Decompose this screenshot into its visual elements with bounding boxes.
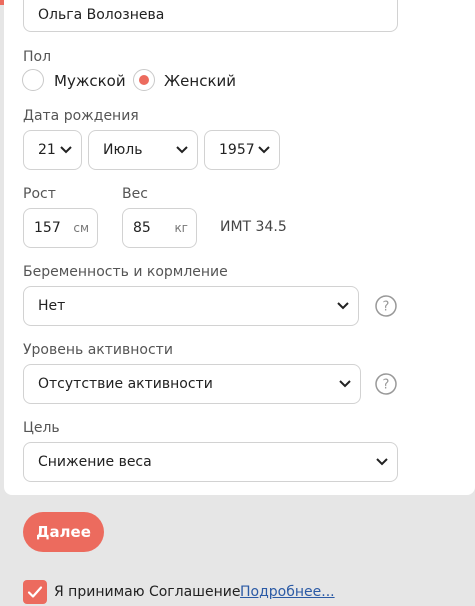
more-link[interactable]: Подробнее... [240,584,335,600]
weight-input[interactable]: 85 кг [122,208,197,248]
birth-day-select[interactable]: 21 [23,130,82,170]
name-value: Ольга Волознева [38,7,165,23]
goal-select[interactable]: Снижение веса [23,442,398,482]
chevron-down-icon [258,146,270,154]
birth-year-value: 1957 [219,142,255,158]
birth-day-value: 21 [38,142,56,158]
sex-label: Пол [23,49,52,65]
height-label: Рост [23,186,56,202]
weight-value: 85 [133,220,151,236]
birth-year-select[interactable]: 1957 [204,130,280,170]
pregnancy-select[interactable]: Нет [23,286,359,326]
radio-female[interactable] [133,69,155,91]
help-icon[interactable]: ? [375,373,397,395]
help-icon[interactable]: ? [375,295,397,317]
radio-male-label[interactable]: Мужской [54,72,126,90]
pregnancy-value: Нет [38,298,66,314]
goal-label: Цель [23,420,60,436]
profile-form-card: Ольга Волознева Пол Мужской Женский Дата… [4,0,475,495]
birth-month-value: Июль [103,142,143,158]
weight-label: Вес [122,186,148,202]
height-value: 157 [34,220,61,236]
radio-female-label[interactable]: Женский [164,72,236,90]
goal-value: Снижение веса [38,454,152,470]
pregnancy-label: Беременность и кормление [23,264,228,280]
chevron-down-icon [376,458,388,466]
chevron-down-icon [339,380,351,388]
height-input[interactable]: 157 см [23,208,98,248]
chevron-down-icon [176,146,188,154]
svg-text:?: ? [383,300,390,315]
radio-male[interactable] [22,69,44,91]
checkmark-icon [27,586,43,598]
chevron-down-icon [337,302,349,310]
height-unit: см [73,221,89,235]
bmi-text: ИМТ 34.5 [220,219,287,235]
next-button[interactable]: Далее [23,512,104,552]
birthdate-label: Дата рождения [23,108,139,124]
name-field[interactable]: Ольга Волознева [23,0,398,32]
activity-value: Отсутствие активности [38,376,213,392]
weight-unit: кг [174,221,188,235]
agree-text: Я принимаю Соглашение [54,584,241,600]
activity-label: Уровень активности [23,342,173,358]
birth-month-select[interactable]: Июль [88,130,198,170]
agree-checkbox[interactable] [23,580,47,604]
svg-text:?: ? [383,378,390,393]
chevron-down-icon [60,146,72,154]
activity-select[interactable]: Отсутствие активности [23,364,361,404]
